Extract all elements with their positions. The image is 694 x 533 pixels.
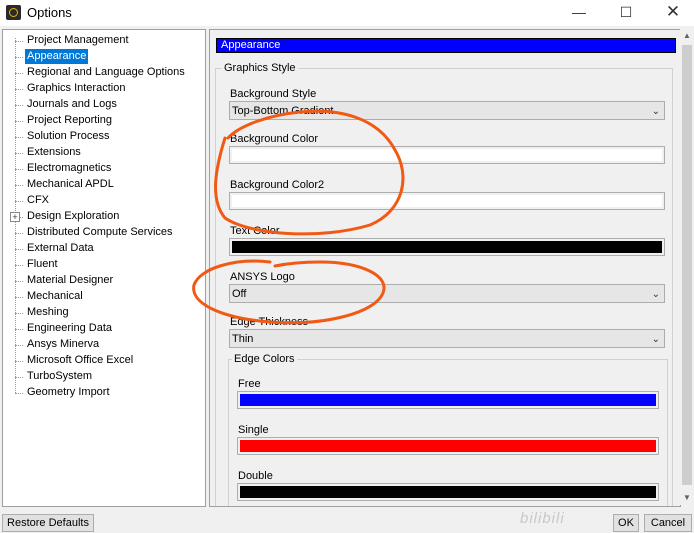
tree-item[interactable]: Extensions: [25, 145, 83, 160]
tree-item[interactable]: Microsoft Office Excel: [25, 353, 135, 368]
chevron-down-icon: ⌄: [651, 289, 660, 300]
restore-defaults-button[interactable]: Restore Defaults: [2, 514, 94, 532]
chevron-down-icon: ⌄: [651, 334, 660, 345]
edge-colors-title: Edge Colors: [232, 353, 297, 365]
tree-connector: [15, 41, 23, 42]
graphics-style-title: Graphics Style: [222, 62, 298, 74]
tree-item[interactable]: Project Management: [25, 33, 131, 48]
edge-thickness-label: Edge Thickness: [230, 316, 309, 328]
background-color-field[interactable]: [229, 146, 665, 164]
single-edge-label: Single: [238, 424, 269, 436]
tree-item[interactable]: Distributed Compute Services: [25, 225, 175, 240]
tree-item[interactable]: Electromagnetics: [25, 161, 113, 176]
free-edge-label: Free: [238, 378, 261, 390]
double-edge-label: Double: [238, 470, 273, 482]
edge-thickness-dropdown[interactable]: Thin ⌄: [229, 329, 665, 348]
tree-item[interactable]: Ansys Minerva: [25, 337, 101, 352]
tree-connector: [15, 185, 23, 186]
tree-connector: [15, 233, 23, 234]
background-style-value: Top-Bottom Gradient: [232, 105, 334, 117]
tree-item[interactable]: Design Exploration: [25, 209, 121, 224]
tree-connector: [15, 57, 23, 58]
ansys-logo-dropdown[interactable]: Off ⌄: [229, 284, 665, 303]
background-color-label: Background Color: [230, 133, 319, 145]
tree-connector: [15, 153, 23, 154]
text-color-swatch: [232, 241, 662, 253]
tree-connector: [15, 121, 23, 122]
single-edge-swatch: [240, 440, 656, 452]
cancel-button[interactable]: Cancel: [644, 514, 692, 532]
scroll-up-icon[interactable]: ▲: [680, 29, 694, 43]
tree-connector: [15, 377, 23, 378]
background-style-label: Background Style: [230, 88, 317, 100]
background-color-swatch: [232, 149, 662, 161]
tree-item[interactable]: External Data: [25, 241, 96, 256]
tree-item[interactable]: Appearance: [25, 49, 89, 64]
tree-item[interactable]: Graphics Interaction: [25, 81, 127, 96]
settings-panel: Appearance Graphics Style Background Sty…: [209, 29, 681, 507]
tree-connector: [15, 297, 23, 298]
tree-connector: [15, 105, 23, 106]
tree-connector: [15, 249, 23, 250]
watermark: bilibili: [520, 510, 565, 527]
tree-item[interactable]: Fluent: [25, 257, 60, 272]
tree-connector: [15, 361, 23, 362]
minimize-icon[interactable]: —: [556, 0, 602, 26]
background-style-dropdown[interactable]: Top-Bottom Gradient ⌄: [229, 101, 665, 120]
chevron-down-icon: ⌄: [651, 106, 660, 117]
scroll-down-icon[interactable]: ▼: [680, 491, 694, 505]
free-edge-swatch: [240, 394, 656, 406]
free-edge-color-field[interactable]: [237, 391, 659, 409]
background-color2-field[interactable]: [229, 192, 665, 210]
expand-plus-icon[interactable]: +: [10, 212, 20, 222]
ansys-logo-label: ANSYS Logo: [230, 271, 295, 283]
tree-item[interactable]: Solution Process: [25, 129, 112, 144]
tree-connector: [15, 345, 23, 346]
app-icon: [6, 5, 21, 20]
tree-item[interactable]: TurboSystem: [25, 369, 94, 384]
tree-connector: [15, 313, 23, 314]
section-header: Appearance: [216, 38, 676, 53]
single-edge-color-field[interactable]: [237, 437, 659, 455]
text-color-field[interactable]: [229, 238, 665, 256]
tree-item[interactable]: Material Designer: [25, 273, 115, 288]
maximize-icon[interactable]: ☐: [603, 0, 649, 26]
scroll-thumb[interactable]: [682, 45, 692, 485]
tree-connector: [15, 137, 23, 138]
tree-connector: [15, 201, 23, 202]
double-edge-color-field[interactable]: [237, 483, 659, 501]
tree-item[interactable]: Regional and Language Options: [25, 65, 187, 80]
tree-item[interactable]: Engineering Data: [25, 321, 114, 336]
tree-connector: [15, 393, 23, 394]
tree-connector: [15, 73, 23, 74]
tree-connector: [15, 329, 23, 330]
tree-connector: [15, 265, 23, 266]
ok-button[interactable]: OK: [613, 514, 639, 532]
tree-item[interactable]: Mechanical: [25, 289, 85, 304]
options-tree[interactable]: Project Management Appearance Regional and…: [2, 29, 206, 507]
background-color2-label: Background Color2: [230, 179, 325, 191]
background-color2-swatch: [232, 195, 662, 207]
tree-item[interactable]: Geometry Import: [25, 385, 112, 400]
close-icon[interactable]: ✕: [650, 0, 694, 26]
double-edge-swatch: [240, 486, 656, 498]
panel-scrollbar[interactable]: ▲ ▼: [680, 29, 694, 505]
tree-connector: [15, 169, 23, 170]
ansys-logo-value: Off: [232, 288, 247, 300]
text-color-label: Text Color: [230, 225, 280, 237]
tree-connector: [15, 281, 23, 282]
edge-thickness-value: Thin: [232, 333, 254, 345]
tree-connector: [15, 89, 23, 90]
tree-item[interactable]: Journals and Logs: [25, 97, 119, 112]
tree-item[interactable]: Mechanical APDL: [25, 177, 116, 192]
tree-item[interactable]: Project Reporting: [25, 113, 114, 128]
window-title: Options: [27, 5, 72, 20]
tree-item[interactable]: CFX: [25, 193, 51, 208]
tree-item[interactable]: Meshing: [25, 305, 71, 320]
title-bar: Options — ☐ ✕: [0, 0, 694, 26]
